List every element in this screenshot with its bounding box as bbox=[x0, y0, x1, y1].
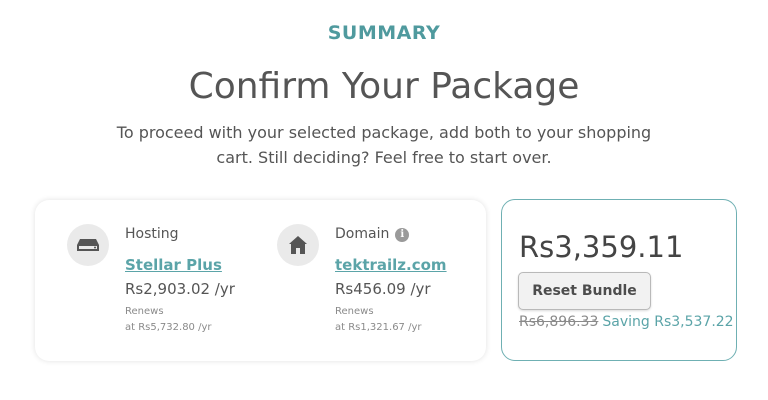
bundle-total-card: Rs3,359.11 Reset Bundle Rs6,896.33 Saving… bbox=[501, 199, 737, 361]
package-items-card: Hosting Stellar Plus Rs2,903.02 /yr Rene… bbox=[35, 200, 486, 361]
house-icon bbox=[277, 224, 319, 266]
hosting-renews-label: Renews bbox=[125, 306, 164, 317]
page-subtitle: To proceed with your selected package, a… bbox=[116, 123, 652, 167]
hosting-renews-price: at Rs5,732.80 /yr bbox=[125, 322, 212, 333]
hosting-label: Hosting bbox=[125, 226, 179, 242]
info-icon[interactable]: i bbox=[395, 228, 410, 242]
hosting-plan-link[interactable]: Stellar Plus bbox=[125, 256, 222, 274]
hosting-item: Hosting Stellar Plus Rs2,903.02 /yr Rene… bbox=[35, 200, 275, 361]
server-icon bbox=[67, 224, 109, 266]
bundle-total-price: Rs3,359.11 bbox=[519, 230, 684, 264]
page-title: Confirm Your Package bbox=[188, 66, 580, 107]
savings-line: Rs6,896.33 Saving Rs3,537.22 bbox=[519, 314, 734, 330]
reset-bundle-button[interactable]: Reset Bundle bbox=[518, 272, 651, 310]
domain-item: Domain i tektrailz.com Rs456.09 /yr Renew… bbox=[276, 200, 486, 361]
domain-renews-price: at Rs1,321.67 /yr bbox=[335, 322, 422, 333]
saving-amount: Saving Rs3,537.22 bbox=[602, 314, 734, 330]
domain-price: Rs456.09 /yr bbox=[335, 280, 431, 298]
section-kicker: SUMMARY bbox=[327, 22, 441, 44]
hosting-renewal: Renews at Rs5,732.80 /yr bbox=[125, 304, 212, 336]
domain-renews-label: Renews bbox=[335, 306, 374, 317]
domain-label: Domain bbox=[335, 226, 390, 242]
domain-name-link[interactable]: tektrailz.com bbox=[335, 256, 447, 274]
hosting-price: Rs2,903.02 /yr bbox=[125, 280, 235, 298]
domain-renewal: Renews at Rs1,321.67 /yr bbox=[335, 304, 422, 336]
original-price: Rs6,896.33 bbox=[519, 314, 599, 330]
domain-label-row: Domain i bbox=[335, 226, 410, 242]
